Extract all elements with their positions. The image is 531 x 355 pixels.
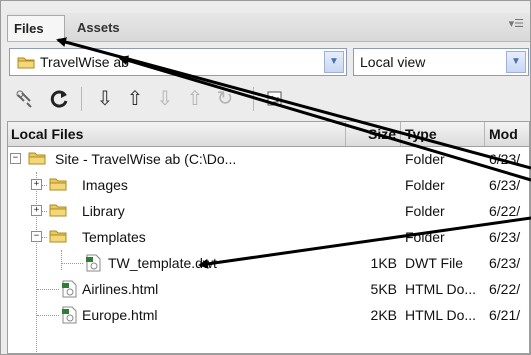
panel-options-icon[interactable]: ▾☰ — [509, 17, 524, 30]
file-name: Library — [82, 203, 125, 219]
view-select[interactable]: Local view ▼ — [353, 48, 529, 76]
file-size — [346, 198, 397, 224]
get-files-icon[interactable]: ⇩ — [93, 87, 117, 111]
folder-icon — [28, 152, 46, 165]
site-view-row: TravelWise ab ▼ Local view ▼ — [7, 48, 530, 78]
file-modified: 6/23/ — [489, 255, 521, 271]
expand-icon[interactable] — [263, 87, 287, 111]
file-name: Templates — [82, 229, 146, 245]
list-item[interactable]: − Site - TravelWise ab (C:\Do... Folder … — [8, 146, 529, 172]
file-modified: 6/23/ — [489, 229, 521, 245]
tab-files[interactable]: Files — [7, 15, 65, 41]
folder-icon — [49, 204, 67, 217]
view-select-value: Local view — [360, 54, 426, 70]
file-name: Site - TravelWise ab (C:\Do... — [55, 151, 237, 167]
folder-icon — [49, 230, 67, 243]
file-name: TW_template.dwt — [108, 255, 217, 271]
html-file-icon — [62, 280, 77, 298]
dwt-file-icon — [86, 254, 101, 272]
check-in-icon[interactable]: ⇧ — [183, 87, 207, 111]
collapse-icon[interactable]: − — [31, 231, 42, 242]
file-modified: 6/22/ — [489, 203, 521, 219]
folder-icon — [49, 178, 67, 191]
check-out-icon[interactable]: ⇩ — [153, 87, 177, 111]
file-type: HTML Do... — [405, 307, 477, 323]
column-header-size[interactable]: Size — [346, 122, 401, 146]
file-modified: 6/21/ — [489, 307, 521, 323]
panel-tab-strip: Files Assets ▾☰ — [7, 13, 530, 42]
put-files-icon[interactable]: ⇧ — [123, 87, 147, 111]
expand-icon[interactable]: + — [31, 205, 42, 216]
list-item[interactable]: Airlines.html 5KB HTML Do... 6/22/ — [8, 276, 529, 302]
file-name: Airlines.html — [82, 281, 159, 297]
file-name: Europe.html — [82, 307, 158, 323]
file-type: Folder — [405, 177, 445, 193]
list-item[interactable]: − Templates Folder 6/23/ — [8, 224, 529, 250]
column-header-modified[interactable]: Mod — [485, 122, 529, 146]
file-name: Images — [82, 177, 128, 193]
file-size — [346, 146, 397, 172]
column-header-local-files[interactable]: Local Files — [8, 122, 346, 146]
file-size: 5KB — [370, 281, 397, 297]
file-size — [346, 224, 397, 250]
html-file-icon — [62, 306, 77, 324]
list-item[interactable]: + Library Folder 6/22/ — [8, 198, 529, 224]
file-type: HTML Do... — [405, 281, 477, 297]
collapse-icon[interactable]: − — [10, 153, 21, 164]
file-modified: 6/23/ — [489, 177, 521, 193]
local-files-list[interactable]: Local Files Size Type Mod − Site - Trave… — [7, 121, 530, 354]
site-select[interactable]: TravelWise ab ▼ — [9, 48, 347, 76]
file-type: DWT File — [405, 255, 464, 271]
file-size: 2KB — [370, 307, 397, 323]
expand-icon[interactable]: + — [31, 179, 42, 190]
chevron-down-icon[interactable]: ▼ — [506, 51, 526, 73]
column-header-type[interactable]: Type — [401, 122, 485, 146]
list-item[interactable]: + Images Folder 6/23/ — [8, 172, 529, 198]
list-item[interactable]: TW_template.dwt 1KB DWT File 6/23/ — [8, 250, 529, 276]
file-modified: 6/23/ — [489, 151, 521, 167]
connect-icon[interactable] — [13, 87, 37, 111]
folder-icon — [17, 57, 35, 69]
tab-assets[interactable]: Assets — [71, 15, 133, 41]
chevron-down-icon[interactable]: ▼ — [324, 51, 344, 73]
file-size — [346, 172, 397, 198]
file-type: Folder — [405, 151, 445, 167]
refresh-icon[interactable] — [47, 87, 71, 111]
synchronize-icon[interactable]: ↻ — [213, 87, 237, 111]
list-header: Local Files Size Type Mod — [8, 122, 529, 147]
list-item[interactable]: Europe.html 2KB HTML Do... 6/21/ — [8, 302, 529, 328]
file-type: Folder — [405, 203, 445, 219]
file-size: 1KB — [370, 255, 397, 271]
file-type: Folder — [405, 229, 445, 245]
files-toolbar: ⇩ ⇧ ⇩ ⇧ ↻ — [7, 83, 530, 115]
files-panel: Files Assets ▾☰ TravelWise ab ▼ Local vi… — [0, 0, 531, 355]
file-modified: 6/22/ — [489, 281, 521, 297]
site-select-value: TravelWise ab — [40, 54, 129, 70]
